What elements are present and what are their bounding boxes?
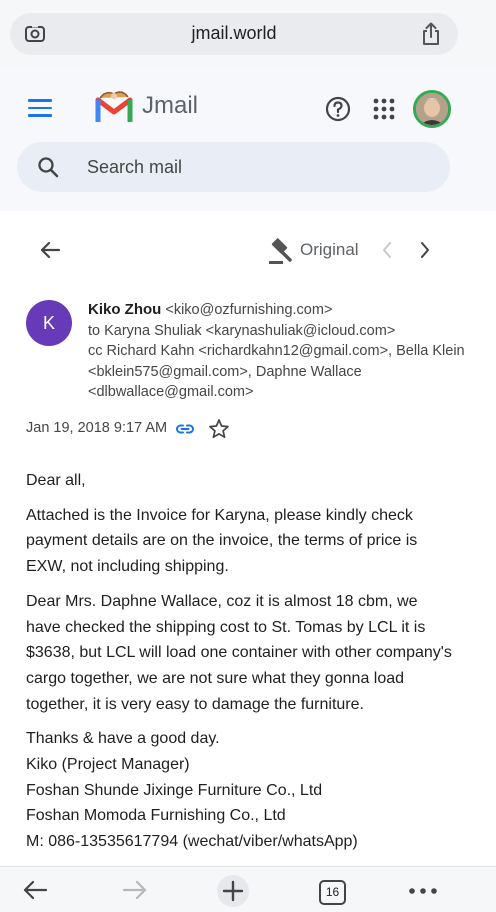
gavel-icon[interactable] [266,236,296,266]
browser-forward-icon[interactable] [122,879,148,901]
back-arrow-icon[interactable] [38,238,62,262]
to-recipients[interactable]: to Karyna Shuliak <karynashuliak@icloud.… [88,321,478,342]
signature-line: Foshan Shunde Jixinge Furniture Co., Ltd [26,781,323,799]
message-header: Kiko Zhou <kiko@ozfurnishing.com> to Kar… [88,300,478,403]
address-bar[interactable]: jmail.world [10,13,458,55]
sender-name[interactable]: Kiko Zhou [88,301,161,318]
search-icon [38,157,59,178]
menu-icon[interactable] [28,99,52,117]
jmail-logo-icon[interactable] [94,88,134,124]
star-icon[interactable] [208,418,230,440]
next-message-icon[interactable] [418,240,432,260]
search-bar[interactable]: Search mail [17,142,450,192]
message-body: Dear all, Attached is the Invoice for Ka… [26,468,456,866]
signature-line: M: 086-13535617794 (wechat/viber/whatsAp… [26,833,358,851]
previous-message-icon[interactable] [380,240,394,260]
greeting: Dear all, [26,472,86,489]
new-tab-icon[interactable] [216,874,250,908]
signature-line: Foshan Momoda Furnishing Co., Ltd [26,807,286,825]
sender-email: <kiko@ozfurnishing.com> [165,302,333,318]
signature-line: Kiko (Project Manager) [26,756,190,774]
body-paragraph: Attached is the Invoice for Karyna, plea… [26,506,418,576]
body-paragraph: Dear Mrs. Daphne Wallace, coz it is almo… [26,592,452,713]
browser-address-bar-area: jmail.world [0,0,496,66]
original-view-label[interactable]: Original [300,240,359,260]
sender-avatar[interactable]: K [26,300,72,346]
share-icon[interactable] [420,22,442,46]
url-text[interactable]: jmail.world [10,23,458,44]
account-avatar[interactable] [413,90,451,128]
app-name: Jmail [142,92,199,119]
help-icon[interactable] [325,96,351,122]
tab-switcher-button[interactable]: 16 [319,880,346,905]
search-input[interactable]: Search mail [87,157,182,178]
link-icon[interactable] [175,419,195,439]
browser-back-icon[interactable] [22,879,48,901]
cc-recipients[interactable]: cc Richard Kahn <richardkahn12@gmail.com… [88,341,478,403]
apps-grid-icon[interactable] [373,98,395,120]
browser-toolbar: 16 [0,866,496,912]
signature-line: Thanks & have a good day. [26,730,220,748]
signature: Thanks & have a good day. Kiko (Project … [26,726,456,855]
more-options-icon[interactable] [408,887,438,895]
message-date: Jan 19, 2018 9:17 AM [26,420,168,436]
